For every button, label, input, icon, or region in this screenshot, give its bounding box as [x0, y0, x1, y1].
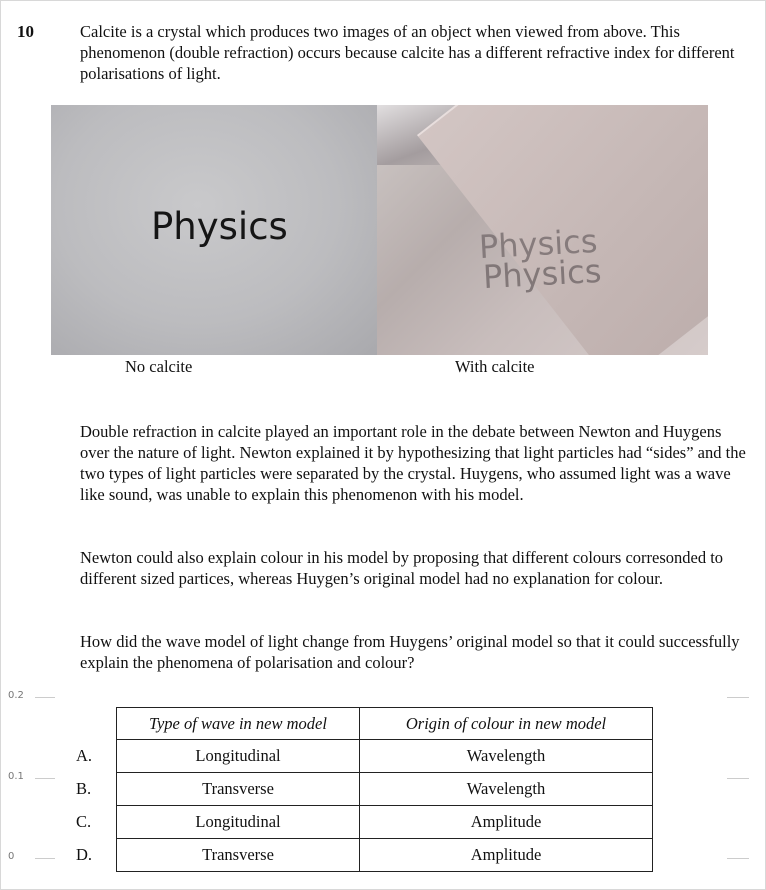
option-row-d[interactable]: D. Transverse Amplitude — [70, 838, 653, 872]
photo-word: Physics — [151, 205, 288, 248]
question-intro: Calcite is a crystal which produces two … — [80, 22, 735, 83]
caption-no-calcite: No calcite — [125, 357, 193, 376]
margin-tick — [727, 697, 749, 698]
header-wave-type: Type of wave in new model — [116, 707, 360, 740]
option-wave: Transverse — [116, 838, 360, 872]
option-wave: Longitudinal — [116, 805, 360, 839]
caption-with-calcite: With calcite — [455, 357, 535, 376]
margin-tick — [727, 858, 749, 859]
option-colour: Amplitude — [359, 805, 653, 839]
margin-tick — [35, 697, 55, 698]
option-colour: Amplitude — [359, 838, 653, 872]
option-row-c[interactable]: C. Longitudinal Amplitude — [70, 805, 653, 839]
option-letter: D. — [76, 845, 93, 864]
header-spacer — [70, 708, 117, 740]
table-header-row: Type of wave in new model Origin of colo… — [70, 707, 653, 740]
header-colour-origin: Origin of colour in new model — [359, 707, 653, 740]
option-row-a[interactable]: A. Longitudinal Wavelength — [70, 739, 653, 773]
margin-scale-label: 0 — [8, 851, 15, 862]
option-letter: B. — [76, 779, 92, 798]
margin-scale-label: 0.1 — [8, 771, 24, 782]
margin-tick — [727, 778, 749, 779]
photo-with-calcite: Physics Physics — [377, 105, 708, 355]
question-number: 10 — [17, 22, 34, 41]
paragraph-history: Double refraction in calcite played an i… — [80, 422, 746, 504]
margin-tick — [35, 778, 55, 779]
option-letter: A. — [76, 746, 93, 765]
option-wave: Transverse — [116, 772, 360, 806]
option-letter: C. — [76, 812, 92, 831]
margin-tick — [35, 858, 55, 859]
question-prompt: How did the wave model of light change f… — [80, 632, 740, 672]
option-wave: Longitudinal — [116, 739, 360, 773]
photo-no-calcite: Physics — [51, 105, 377, 355]
photo-word-image-2: Physics — [482, 251, 603, 297]
option-colour: Wavelength — [359, 739, 653, 773]
paragraph-colour: Newton could also explain colour in his … — [80, 548, 724, 588]
answer-options-table: Type of wave in new model Origin of colo… — [70, 707, 653, 872]
option-colour: Wavelength — [359, 772, 653, 806]
option-row-b[interactable]: B. Transverse Wavelength — [70, 772, 653, 806]
margin-scale-label: 0.2 — [8, 690, 24, 701]
